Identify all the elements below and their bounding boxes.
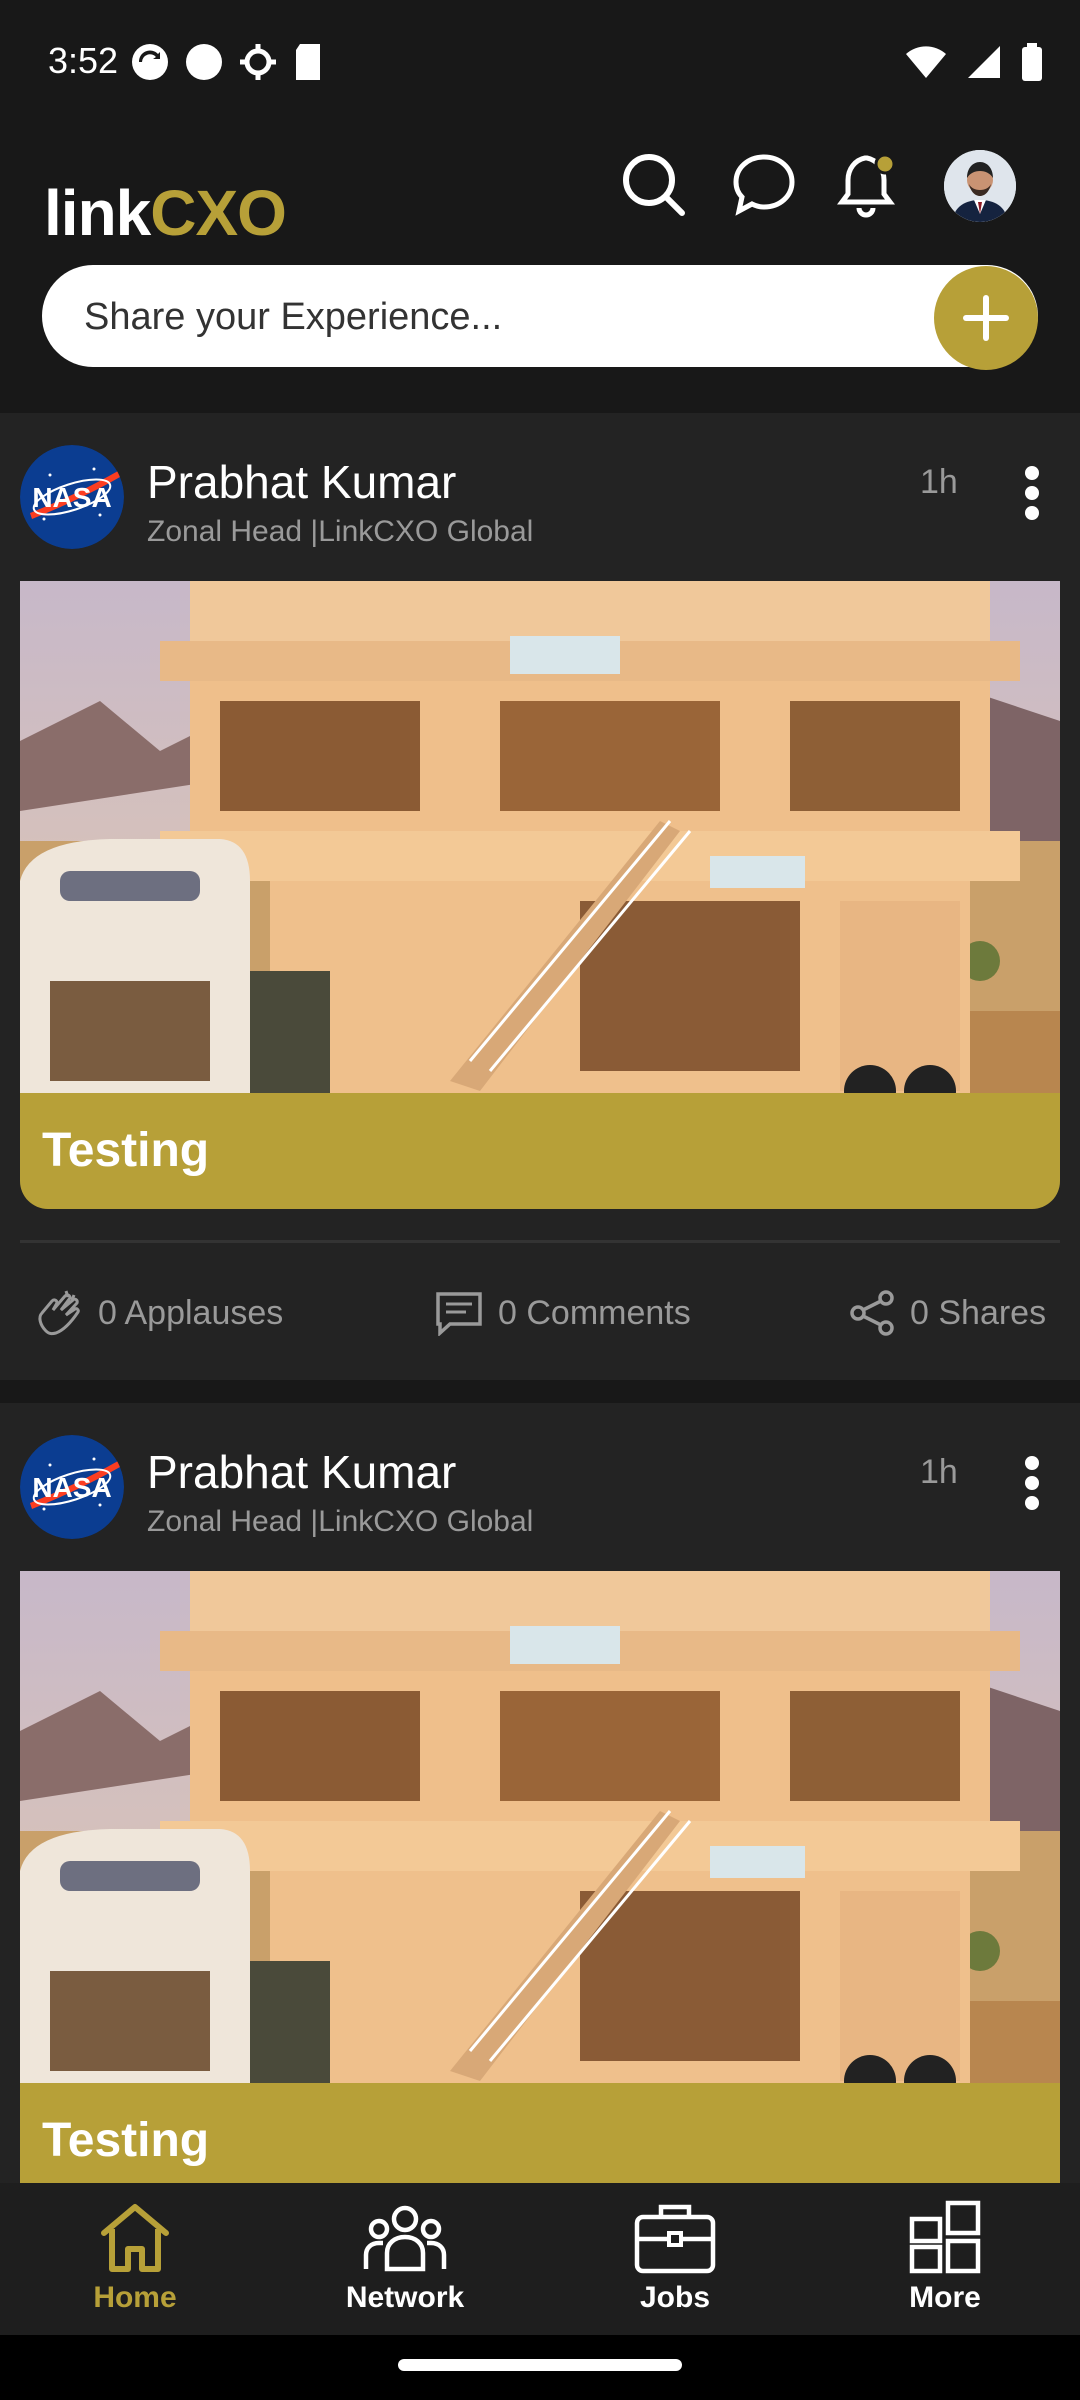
nav-more[interactable]: More: [865, 2199, 1025, 2315]
more-vertical-icon: [1025, 1456, 1039, 1510]
jobs-icon: [634, 2204, 716, 2274]
home-gesture-handle[interactable]: [398, 2359, 682, 2371]
post-options-button[interactable]: [1010, 463, 1054, 523]
home-icon: [101, 2204, 169, 2272]
post-timestamp: 1h: [920, 1453, 958, 1491]
profile-photo-icon: [944, 150, 1016, 222]
nav-jobs[interactable]: Jobs: [595, 2199, 755, 2315]
chat-icon: [733, 154, 795, 216]
applause-icon: [38, 1290, 80, 1336]
system-gesture-bar: [0, 2335, 1080, 2400]
nav-home[interactable]: Home: [55, 2199, 215, 2315]
feed-post: NASA Prabhat Kumar Zonal Head |LinkCXO G…: [0, 413, 1080, 1380]
comment-button[interactable]: 0 Comments: [434, 1273, 691, 1353]
post-media-card[interactable]: Testing: [20, 581, 1060, 1209]
search-icon: [623, 154, 685, 216]
feed-post: NASA Prabhat Kumar Zonal Head |LinkCXO G…: [0, 1403, 1080, 2183]
more-grid-icon: [909, 2200, 981, 2274]
logo-text-cxo: CXO: [150, 177, 287, 249]
status-notification-icons: [130, 42, 324, 82]
wifi-icon: [906, 46, 946, 78]
share-experience-field[interactable]: [42, 265, 1038, 369]
post-options-button[interactable]: [1010, 1453, 1054, 1513]
svg-text:NASA: NASA: [32, 482, 111, 513]
status-time: 3:52: [48, 40, 119, 81]
post-caption: Testing: [20, 1093, 1060, 1209]
post-timestamp: 1h: [920, 463, 958, 501]
nav-home-label: Home: [93, 2281, 177, 2314]
battery-icon: [1022, 43, 1042, 81]
status-system-icons: [904, 42, 1044, 82]
post-divider: [20, 1240, 1060, 1243]
linkcxo-logo[interactable]: link CXO: [44, 158, 287, 268]
post-actions: 0 Applauses 0 Comments 0 Shares: [0, 1273, 1080, 1353]
post-media-card[interactable]: Testing: [20, 1571, 1060, 2183]
nav-jobs-label: Jobs: [639, 2281, 711, 2314]
logo-text-link: link: [44, 177, 151, 249]
notifications-button[interactable]: [828, 145, 908, 225]
sync-icon: [132, 44, 168, 80]
settings-status-icon: [240, 44, 276, 80]
status-bar: 3:52: [0, 0, 1080, 120]
nav-network[interactable]: Network: [325, 2199, 485, 2315]
circle-status-icon: [186, 44, 222, 80]
post-author-name[interactable]: Prabhat Kumar: [147, 455, 456, 509]
share-button[interactable]: 0 Shares: [848, 1273, 1046, 1353]
plus-icon: [963, 295, 1009, 341]
nav-network-label: Network: [345, 2281, 465, 2314]
post-caption: Testing: [20, 2083, 1060, 2183]
post-image: [20, 1571, 1060, 2083]
share-count: 0 Shares: [910, 1293, 1047, 1332]
post-author-title: Zonal Head |LinkCXO Global: [147, 1505, 534, 1538]
more-vertical-icon: [1025, 466, 1039, 520]
network-icon: [363, 2205, 447, 2272]
post-author-title: Zonal Head |LinkCXO Global: [147, 515, 534, 548]
search-button[interactable]: [614, 145, 694, 225]
profile-avatar[interactable]: [944, 150, 1016, 222]
share-experience-input[interactable]: [82, 265, 946, 369]
applause-button[interactable]: 0 Applauses: [32, 1273, 283, 1353]
add-post-button[interactable]: [934, 266, 1038, 370]
post-author-name[interactable]: Prabhat Kumar: [147, 1445, 456, 1499]
comment-count: 0 Comments: [498, 1293, 691, 1332]
bell-icon: [837, 153, 896, 218]
post-image: [20, 581, 1060, 1093]
applause-count: 0 Applauses: [98, 1293, 284, 1332]
author-avatar[interactable]: NASA: [20, 1435, 124, 1539]
comment-icon: [436, 1292, 482, 1336]
svg-text:NASA: NASA: [32, 1472, 111, 1503]
bottom-navigation: Home Network Jobs More: [0, 2183, 1080, 2335]
author-avatar[interactable]: NASA: [20, 445, 124, 549]
share-icon: [850, 1290, 894, 1336]
nasa-logo-icon: NASA: [20, 445, 124, 549]
signal-icon: [968, 46, 1000, 78]
nasa-logo-icon: NASA: [20, 1435, 124, 1539]
sd-card-icon: [296, 44, 320, 80]
nav-more-label: More: [909, 2281, 981, 2314]
messages-button[interactable]: [724, 145, 804, 225]
app-header: link CXO: [0, 120, 1080, 410]
